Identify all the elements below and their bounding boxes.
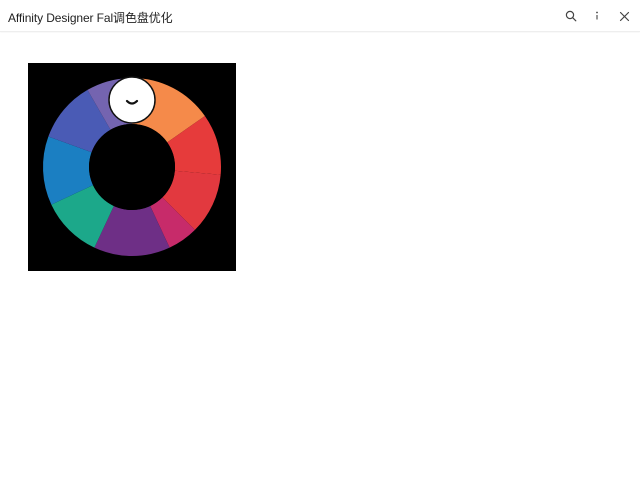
- color-wheel[interactable]: [28, 63, 236, 271]
- close-icon[interactable]: [615, 7, 633, 25]
- info-icon[interactable]: [588, 7, 606, 25]
- window-title: Affinity Designer Fal调色盘优化: [8, 11, 173, 25]
- search-icon[interactable]: [562, 7, 580, 25]
- color-wheel-selector[interactable]: [108, 76, 156, 124]
- title-bar: Affinity Designer Fal调色盘优化: [0, 0, 640, 32]
- color-wheel-center: [89, 124, 175, 210]
- color-wheel-panel: [28, 63, 236, 271]
